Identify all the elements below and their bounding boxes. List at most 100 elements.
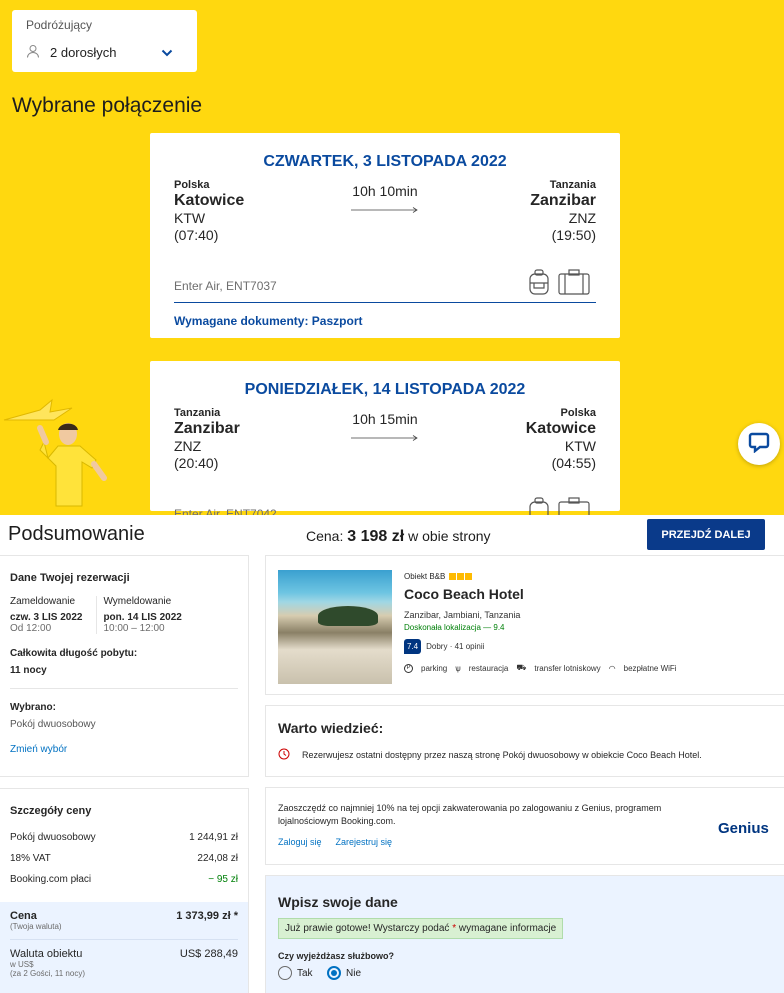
details-title: Wpisz swoje dane xyxy=(278,894,398,910)
hotel-name: Coco Beach Hotel xyxy=(404,586,524,602)
suitcase-icon xyxy=(558,269,590,300)
checkin-date: czw. 3 LIS 2022 xyxy=(10,612,83,623)
amenity-parking: parking xyxy=(421,663,448,673)
summary-title: Podsumowanie xyxy=(8,523,145,545)
reservation-details: Dane Twojej rezerwacji Zameldowanie czw.… xyxy=(0,555,249,777)
review-score: 7.4 xyxy=(404,639,422,654)
price-details-title: Szczegóły ceny xyxy=(10,805,92,817)
rating-squares-icon xyxy=(449,573,473,580)
price-row: Booking.com płaci − 95 zł xyxy=(10,874,238,885)
genius-logo: Genius xyxy=(718,820,769,837)
mascot-illustration xyxy=(0,398,112,518)
destination-city: Zanzibar xyxy=(530,192,596,209)
origin-country: Polska xyxy=(174,179,210,191)
destination-country: Tanzania xyxy=(549,179,596,191)
booking-section: Dane Twojej rezerwacji Zameldowanie czw.… xyxy=(0,555,784,993)
hotel-photo xyxy=(278,570,392,684)
origin-country: Tanzania xyxy=(174,407,221,419)
flight-date: PONIEDZIAŁEK, 14 LISTOPADA 2022 xyxy=(244,381,526,398)
hotel-address: Zanzibar, Jambiani, Tanzania xyxy=(404,610,521,620)
amenity-transfer: transfer lotniskowy xyxy=(534,663,601,673)
total-label: Cena xyxy=(10,910,37,922)
change-selection-link[interactable]: Zmień wybór xyxy=(10,744,238,755)
clock-icon xyxy=(278,748,290,762)
amenity-restaurant: restauracja xyxy=(468,663,509,673)
radio-button-selected[interactable] xyxy=(327,966,342,980)
person-icon xyxy=(26,44,50,61)
total-currency-note: (Twoja waluta) xyxy=(10,922,62,931)
continue-button[interactable]: PRZEJDŹ DALEJ xyxy=(647,519,765,550)
parking-icon: P xyxy=(404,663,413,673)
property-type: Obiekt B&B xyxy=(404,572,446,581)
hotel-card: Obiekt B&B Coco Beach Hotel Zanzibar, Ja… xyxy=(265,555,784,695)
chat-button[interactable] xyxy=(738,423,780,465)
origin-code: KTW xyxy=(174,210,206,226)
amenity-wifi: bezpłatne WiFi xyxy=(623,663,677,673)
chat-bubble-icon xyxy=(748,431,770,458)
arrival-time: (19:50) xyxy=(551,227,596,243)
origin-city: Katowice xyxy=(174,192,245,209)
carrier-info: Enter Air, ENT7037 xyxy=(174,279,277,293)
good-to-know-text: Rezerwujesz ostatni dostępny przez naszą… xyxy=(302,750,702,760)
checkout-date: pon. 14 LIS 2022 xyxy=(103,612,182,623)
checkout-label: Wymeldowanie xyxy=(103,596,172,607)
location-rating: Doskonała lokalizacja — 9.4 xyxy=(404,623,505,632)
property-currency-label: Waluta obiektu xyxy=(10,948,83,960)
business-trip-yes[interactable]: Tak xyxy=(278,966,313,980)
total-price: Cena: 3 198 zł w obie strony xyxy=(306,528,491,545)
selected-connection-title: Wybrane połączenie xyxy=(12,94,203,117)
flight-card-outbound: CZWARTEK, 3 LISTOPADA 2022 Polska Katowi… xyxy=(150,133,620,338)
restaurant-icon: ѱ xyxy=(455,663,461,673)
destination-code: KTW xyxy=(564,438,596,454)
checkout-time: 10:00 – 12:00 xyxy=(103,623,165,634)
checkin-time: Od 12:00 xyxy=(10,623,52,634)
destination-city: Katowice xyxy=(525,420,596,437)
chosen-label: Wybrano: xyxy=(10,702,56,713)
travellers-value: 2 dorosłych xyxy=(50,45,117,60)
flight-duration: 10h 15min xyxy=(352,411,418,427)
origin-code: ZNZ xyxy=(174,438,202,454)
total-value: 1 373,99 zł * xyxy=(176,910,238,922)
flight-date: CZWARTEK, 3 LISTOPADA 2022 xyxy=(263,153,507,170)
radio-button[interactable] xyxy=(278,966,292,980)
property-currency-value: US$ 288,49 xyxy=(179,948,238,960)
genius-text: Zaoszczędź co najmniej 10% na tej opcji … xyxy=(278,803,662,826)
business-trip-question: Czy wyjeżdżasz służbowo? xyxy=(278,951,395,961)
business-trip-no[interactable]: Nie xyxy=(327,966,361,980)
good-to-know: Warto wiedzieć: Rezerwujesz ostatni dost… xyxy=(265,705,784,777)
chosen-room: Pokój dwuosobowy xyxy=(10,719,96,730)
origin-city: Zanzibar xyxy=(174,420,240,437)
travellers-select[interactable]: Podróżujący 2 dorosłych xyxy=(12,10,197,72)
shuttle-icon: ⛟ xyxy=(516,663,527,672)
backpack-icon xyxy=(528,269,550,300)
departure-time: (20:40) xyxy=(174,455,219,471)
stay-length-value: 11 nocy xyxy=(10,665,47,676)
arrival-time: (04:55) xyxy=(551,455,596,471)
destination-country: Polska xyxy=(560,407,596,419)
flight-duration: 10h 10min xyxy=(352,183,418,199)
chevron-down-icon[interactable] xyxy=(161,45,183,60)
arrow-icon xyxy=(324,429,446,445)
required-documents: Wymagane dokumenty: Paszport xyxy=(174,314,363,328)
wifi-icon: ◠ xyxy=(608,663,616,673)
genius-panel: Zaoszczędź co najmniej 10% na tej opcji … xyxy=(265,787,784,865)
price-row: Pokój dwuosobowy 1 244,91 zł xyxy=(10,832,238,843)
reservation-title: Dane Twojej rezerwacji xyxy=(10,572,130,584)
price-total-panel: Cena (Twoja waluta) 1 373,99 zł * Waluta… xyxy=(0,902,248,993)
destination-code: ZNZ xyxy=(568,210,596,226)
travellers-label: Podróżujący xyxy=(26,18,93,32)
price-details: Szczegóły ceny Pokój dwuosobowy 1 244,91 … xyxy=(0,788,249,993)
login-link[interactable]: Zaloguj się xyxy=(278,837,322,847)
price-value: 3 198 zł xyxy=(347,528,405,545)
checkin-label: Zameldowanie xyxy=(10,596,76,607)
summary-bar: Podsumowanie Cena: 3 198 zł w obie stron… xyxy=(0,515,784,555)
price-row: 18% VAT 224,08 zł xyxy=(10,853,238,864)
arrow-icon xyxy=(324,201,446,217)
flight-card-return: PONIEDZIAŁEK, 14 LISTOPADA 2022 Tanzania… xyxy=(150,361,620,523)
stay-length-label: Całkowita długość pobytu: xyxy=(10,648,138,659)
good-to-know-title: Warto wiedzieć: xyxy=(278,720,384,736)
register-link[interactable]: Zarejestruj się xyxy=(336,837,393,847)
required-info-note: Już prawie gotowe! Wystarczy podać * wym… xyxy=(278,918,564,939)
yellow-background: Podróżujący 2 dorosłych Wybrane połączen… xyxy=(0,0,784,550)
review-text: Dobry · 41 opinii xyxy=(426,642,485,651)
